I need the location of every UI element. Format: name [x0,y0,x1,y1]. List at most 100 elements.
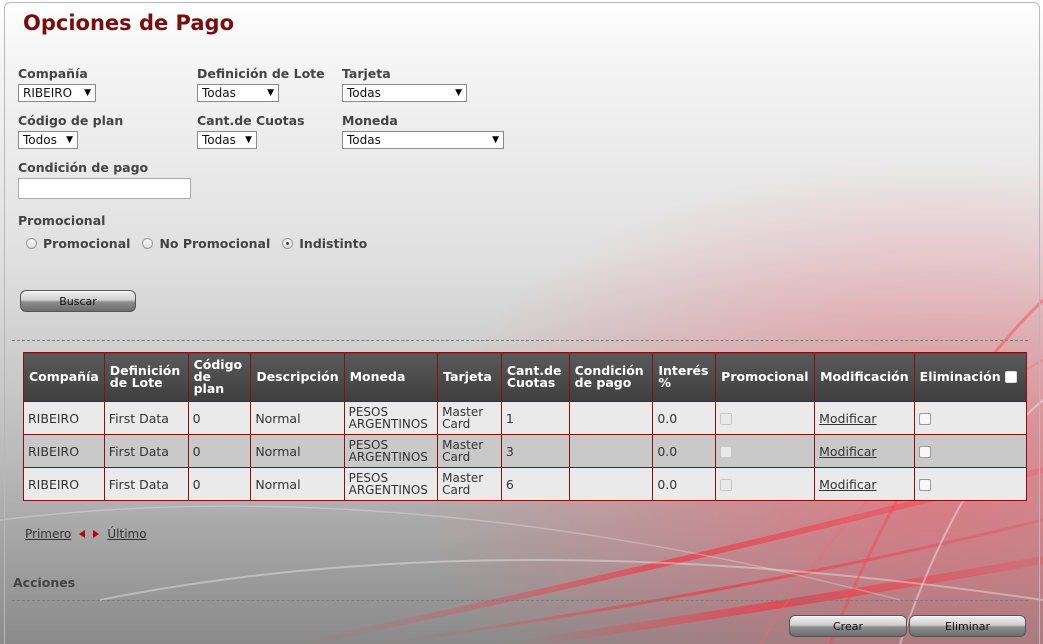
cell-tarjeta: Master Card [437,467,502,501]
header-eliminacion: Eliminación [913,352,1028,402]
radio-promocional[interactable]: Promocional [26,236,130,251]
cant-cuotas-value: Todas [202,133,236,147]
header-codigo-plan[interactable]: Código de plan [187,352,252,402]
cell-promocional [715,434,816,468]
buscar-button[interactable]: Buscar [20,290,136,312]
cell-condicion [568,434,654,468]
pager-first-link[interactable]: Primero [25,527,71,541]
modificar-link[interactable]: Modificar [819,411,876,426]
cell-modificar: Modificar [814,434,915,468]
cell-interes: 0.0 [652,401,717,435]
promocional-checkbox [720,479,733,491]
radio-indistinto-label: Indistinto [299,236,368,251]
cell-tarjeta: Master Card [437,434,502,468]
radio-indistinto[interactable]: Indistinto [282,236,367,251]
header-interes[interactable]: Interés % [652,352,717,402]
cell-descripcion: Normal [250,467,345,501]
cell-codigo: 0 [187,401,252,435]
cell-eliminar [913,467,1028,501]
cell-lote: First Data [103,434,189,468]
codigo-plan-select[interactable]: Todos ▼ [18,131,78,149]
divider [12,600,1028,601]
dropdown-arrow-icon: ▼ [455,88,462,98]
moneda-select[interactable]: Todas ▼ [342,131,504,149]
radio-no-promocional-label: No Promocional [159,236,271,251]
cell-cuotas: 6 [500,467,570,501]
cell-codigo: 0 [187,467,252,501]
select-all-checkbox[interactable] [1004,371,1017,384]
promocional-label: Promocional [18,213,106,228]
next-arrow-icon[interactable] [93,530,100,538]
cell-moneda: PESOS ARGENTINOS [343,467,439,501]
condicion-pago-input[interactable] [18,178,191,199]
crear-button[interactable]: Crear [789,615,907,637]
results-table: Compañía Definición de Lote Código de pl… [23,352,1028,501]
eliminar-checkbox[interactable] [918,413,931,425]
cell-lote: First Data [103,467,189,501]
dropdown-arrow-icon: ▼ [245,135,252,145]
cell-modificar: Modificar [814,401,915,435]
cell-compania: RIBEIRO [23,401,105,435]
definicion-lote-select[interactable]: Todas ▼ [197,84,279,102]
radio-circle-icon[interactable] [26,238,37,249]
eliminar-button[interactable]: Eliminar [909,615,1026,637]
cell-compania: RIBEIRO [23,467,105,501]
table-header-row: Compañía Definición de Lote Código de pl… [23,352,1028,402]
acciones-heading: Acciones [13,575,76,590]
pager-last-link[interactable]: Último [107,527,146,541]
compania-select[interactable]: RIBEIRO ▼ [18,84,96,102]
header-cant-cuotas[interactable]: Cant.de Cuotas [500,352,570,402]
header-moneda[interactable]: Moneda [343,352,439,402]
dropdown-arrow-icon: ▼ [66,135,73,145]
radio-no-promocional[interactable]: No Promocional [142,236,270,251]
header-condicion-pago[interactable]: Condición de pago [568,352,654,402]
cell-eliminar [913,434,1028,468]
header-descripcion[interactable]: Descripción [250,352,345,402]
cant-cuotas-label: Cant.de Cuotas [197,113,305,128]
header-modificacion[interactable]: Modificación [814,352,915,402]
cell-lote: First Data [103,401,189,435]
cell-moneda: PESOS ARGENTINOS [343,401,439,435]
cell-descripcion: Normal [250,401,345,435]
table-row: RIBEIRO First Data 0 Normal PESOS ARGENT… [23,401,1028,435]
tarjeta-select[interactable]: Todas ▼ [342,84,467,102]
cant-cuotas-select[interactable]: Todas ▼ [197,131,257,149]
cell-descripcion: Normal [250,434,345,468]
divider [12,340,1028,341]
dropdown-arrow-icon: ▼ [267,88,274,98]
definicion-lote-value: Todas [202,86,236,100]
eliminar-checkbox[interactable] [918,446,931,458]
moneda-value: Todas [347,133,381,147]
cell-compania: RIBEIRO [23,434,105,468]
promocional-checkbox [720,446,733,458]
cell-interes: 0.0 [652,467,717,501]
compania-label: Compañía [18,66,88,81]
codigo-plan-label: Código de plan [18,113,124,128]
header-promocional[interactable]: Promocional [715,352,816,402]
table-row: RIBEIRO First Data 0 Normal PESOS ARGENT… [23,467,1028,501]
previous-arrow-icon[interactable] [79,530,86,538]
compania-value: RIBEIRO [23,86,73,100]
modificar-link[interactable]: Modificar [819,444,876,459]
radio-circle-selected-icon[interactable] [282,238,294,249]
cell-interes: 0.0 [652,434,717,468]
codigo-plan-value: Todos [23,133,57,147]
radio-circle-icon[interactable] [142,238,154,249]
moneda-label: Moneda [342,113,398,128]
cell-promocional [715,401,816,435]
cell-modificar: Modificar [814,467,915,501]
header-definicion-lote[interactable]: Definición de Lote [103,352,189,402]
cell-eliminar [913,401,1028,435]
header-tarjeta[interactable]: Tarjeta [437,352,502,402]
table-row: RIBEIRO First Data 0 Normal PESOS ARGENT… [23,434,1028,468]
eliminar-checkbox[interactable] [918,479,931,491]
pagination: Primero Último [25,527,147,541]
cell-cuotas: 3 [500,434,570,468]
tarjeta-value: Todas [347,86,381,100]
modificar-link[interactable]: Modificar [819,477,876,492]
main-panel [4,2,1040,644]
header-compania[interactable]: Compañía [23,352,105,402]
cell-condicion [568,401,654,435]
header-eliminacion-label: Eliminación [919,368,1001,384]
dropdown-arrow-icon: ▼ [84,88,91,98]
